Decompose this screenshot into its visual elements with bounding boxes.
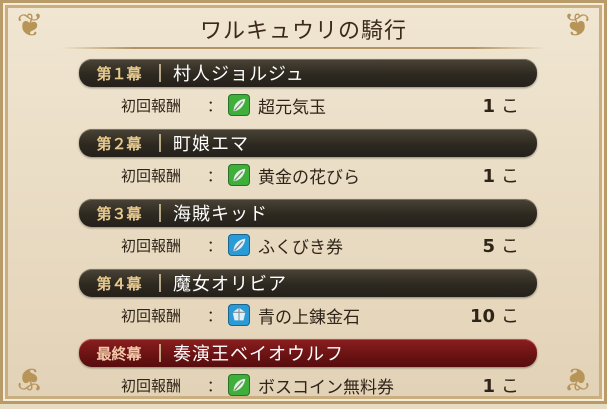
reward-item-name: ふくびき券	[258, 237, 344, 258]
chapter-name: 町娘エマ	[173, 134, 249, 155]
chapter-list: 第１幕 村人ジョルジュ 初回報酬 ： 超元気玉 1こ 第２幕 町娘エマ 初回報酬…	[79, 59, 537, 409]
blue-ore-icon	[228, 304, 251, 326]
reward-row: 初回報酬 ： 青の上錬金石 10 こ	[79, 297, 537, 333]
reward-count: 5	[482, 236, 495, 257]
page-title: ワルキュウリの騎行	[199, 19, 407, 44]
reward-label: 初回報酬	[121, 96, 182, 115]
reward-row: 初回報酬 ： ふくびき券 5こ	[79, 227, 537, 263]
reward-row: 初回報酬 ： ボスコイン無料券 1こ	[79, 367, 537, 403]
green-leaf-icon	[228, 374, 251, 396]
chapter-header[interactable]: 第４幕 魔女オリビア	[79, 269, 537, 297]
blue-leaf-icon	[228, 234, 251, 256]
reward-label: 初回報酬	[121, 306, 182, 325]
reward-colon: ：	[207, 236, 223, 255]
reward-item-name: ボスコイン無料券	[258, 377, 395, 398]
chapter-header[interactable]: 第３幕 海賊キッド	[79, 199, 537, 227]
divider	[159, 274, 161, 292]
reward-row: 初回報酬 ： 黄金の花びら 1こ	[79, 157, 537, 193]
chapter-name: 奏演王ベイオウルフ	[173, 344, 344, 365]
chapter-label: 第３幕	[96, 204, 142, 223]
chapter-item[interactable]: 最終幕 奏演王ベイオウルフ 初回報酬 ： ボスコイン無料券 1こ	[79, 339, 537, 409]
chapter-label: 最終幕	[96, 344, 142, 363]
chapter-name: 魔女オリビア	[173, 274, 287, 295]
reward-quantity: 1こ	[482, 372, 519, 398]
green-leaf-icon	[228, 164, 251, 186]
chapter-header[interactable]: 最終幕 奏演王ベイオウルフ	[79, 339, 537, 367]
reward-colon: ：	[207, 96, 223, 115]
quest-panel: ❦ ❦ ❦ ❦ ワルキュウリの騎行 第１幕 村人ジョルジュ 初回報酬 ： 超元気…	[0, 0, 607, 404]
reward-count: 1	[482, 96, 495, 117]
divider	[159, 134, 161, 152]
reward-quantity: 10 こ	[470, 302, 519, 328]
reward-count: 1	[482, 376, 495, 397]
chapter-label: 第４幕	[96, 274, 142, 293]
chapter-item[interactable]: 第２幕 町娘エマ 初回報酬 ： 黄金の花びら 1こ	[79, 129, 537, 199]
chapter-item[interactable]: 第４幕 魔女オリビア 初回報酬 ： 青の上錬金石 10 こ	[79, 269, 537, 339]
reward-quantity: 1こ	[482, 162, 519, 188]
corner-ornament-icon: ❦	[16, 360, 44, 398]
reward-colon: ：	[207, 376, 223, 395]
reward-quantity: 1こ	[482, 92, 519, 118]
reward-count: 1	[482, 166, 495, 187]
reward-quantity: 5こ	[482, 232, 519, 258]
reward-item-name: 黄金の花びら	[258, 167, 361, 188]
reward-label: 初回報酬	[121, 166, 182, 185]
chapter-header[interactable]: 第２幕 町娘エマ	[79, 129, 537, 157]
chapter-item[interactable]: 第１幕 村人ジョルジュ 初回報酬 ： 超元気玉 1こ	[79, 59, 537, 129]
reward-unit: こ	[501, 96, 519, 117]
chapter-label: 第１幕	[96, 64, 142, 83]
green-leaf-icon	[228, 94, 251, 116]
reward-unit: こ	[501, 236, 519, 257]
chapter-name: 海賊キッド	[173, 204, 268, 225]
divider	[159, 204, 161, 222]
reward-unit: こ	[501, 166, 519, 187]
reward-row: 初回報酬 ： 超元気玉 1こ	[79, 87, 537, 123]
divider	[159, 64, 161, 82]
chapter-label: 第２幕	[96, 134, 142, 153]
title-bar: ワルキュウリの騎行	[41, 9, 566, 49]
chapter-header[interactable]: 第１幕 村人ジョルジュ	[79, 59, 537, 87]
corner-ornament-icon: ❦	[563, 360, 591, 398]
reward-label: 初回報酬	[121, 236, 182, 255]
reward-colon: ：	[207, 306, 223, 325]
reward-item-name: 青の上錬金石	[258, 307, 361, 328]
chapter-item[interactable]: 第３幕 海賊キッド 初回報酬 ： ふくびき券 5こ	[79, 199, 537, 269]
reward-item-name: 超元気玉	[258, 97, 327, 118]
chapter-name: 村人ジョルジュ	[173, 64, 305, 85]
reward-colon: ：	[207, 166, 223, 185]
divider	[159, 344, 161, 362]
reward-unit: こ	[501, 376, 519, 397]
reward-unit: こ	[501, 306, 519, 327]
reward-count: 10	[469, 306, 495, 327]
reward-label: 初回報酬	[121, 376, 182, 395]
